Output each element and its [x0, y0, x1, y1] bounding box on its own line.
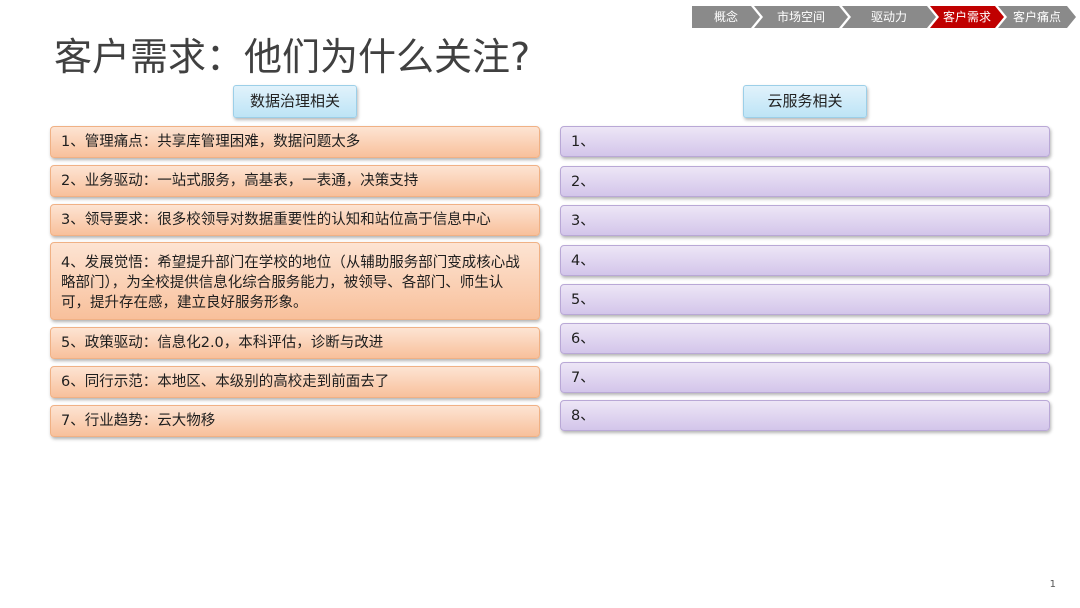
data-governance-header: 数据治理相关 [233, 85, 357, 118]
need-item-4: 4、发展觉悟：希望提升部门在学校的地位（从辅助服务部门变成核心战略部门），为全校… [50, 242, 540, 320]
cloud-item-6: 6、 [560, 323, 1050, 354]
nav-step-customer-needs[interactable]: 客户需求 [930, 6, 1004, 28]
need-item-1: 1、管理痛点：共享库管理困难，数据问题太多 [50, 126, 540, 158]
need-item-5: 5、政策驱动：信息化2.0，本科评估，诊断与改进 [50, 327, 540, 359]
page-number: 1 [1049, 579, 1056, 590]
cloud-item-5: 5、 [560, 284, 1050, 315]
nav-step-drivers[interactable]: 驱动力 [842, 6, 936, 28]
cloud-service-header: 云服务相关 [743, 85, 867, 118]
need-item-7: 7、行业趋势：云大物移 [50, 405, 540, 437]
need-item-6: 6、同行示范：本地区、本级别的高校走到前面去了 [50, 366, 540, 398]
breadcrumb-nav: 概念 市场空间 驱动力 客户需求 客户痛点 [692, 6, 1076, 28]
need-item-2: 2、业务驱动：一站式服务，高基表，一表通，决策支持 [50, 165, 540, 197]
need-item-3: 3、领导要求：很多校领导对数据重要性的认知和站位高于信息中心 [50, 204, 540, 236]
cloud-item-4: 4、 [560, 245, 1050, 276]
page-title: 客户需求：他们为什么关注? [54, 35, 531, 79]
cloud-item-1: 1、 [560, 126, 1050, 157]
cloud-item-7: 7、 [560, 362, 1050, 393]
cloud-item-3: 3、 [560, 205, 1050, 236]
cloud-item-2: 2、 [560, 166, 1050, 197]
nav-step-market-space[interactable]: 市场空间 [754, 6, 848, 28]
nav-step-customer-pain-points[interactable]: 客户痛点 [998, 6, 1076, 28]
cloud-item-8: 8、 [560, 400, 1050, 431]
nav-step-concept[interactable]: 概念 [692, 6, 760, 28]
